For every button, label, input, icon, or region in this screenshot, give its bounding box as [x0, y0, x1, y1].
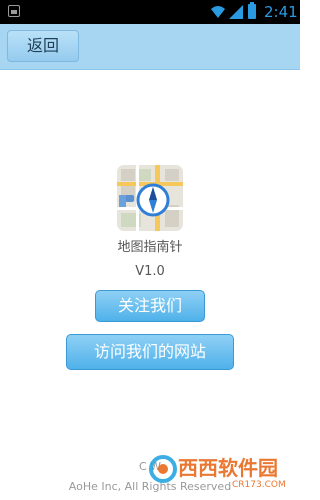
signal-icon — [229, 5, 243, 19]
map-compass-icon — [117, 165, 183, 231]
notification-icon — [8, 5, 20, 17]
status-bar: 2:41 — [0, 0, 300, 24]
title-bar: 返回 — [0, 24, 300, 70]
battery-icon — [248, 2, 256, 19]
app-screen: 2:41 返回 地图指南针 V1.0 关注我们 访问我们的网站 C W AoHe… — [0, 0, 300, 500]
status-time: 2:41 — [264, 3, 298, 21]
back-button[interactable]: 返回 — [7, 30, 79, 62]
watermark-brand: 西西软件园 — [178, 456, 278, 480]
wifi-icon — [211, 6, 225, 18]
visit-website-button[interactable]: 访问我们的网站 — [66, 334, 234, 370]
follow-us-button[interactable]: 关注我们 — [95, 290, 205, 322]
app-version: V1.0 — [135, 264, 165, 279]
watermark-logo-icon — [149, 455, 177, 483]
watermark: 西西软件园 CR173.COM — [148, 448, 296, 498]
app-name: 地图指南针 — [117, 240, 183, 255]
watermark-url: CR173.COM — [232, 480, 286, 490]
